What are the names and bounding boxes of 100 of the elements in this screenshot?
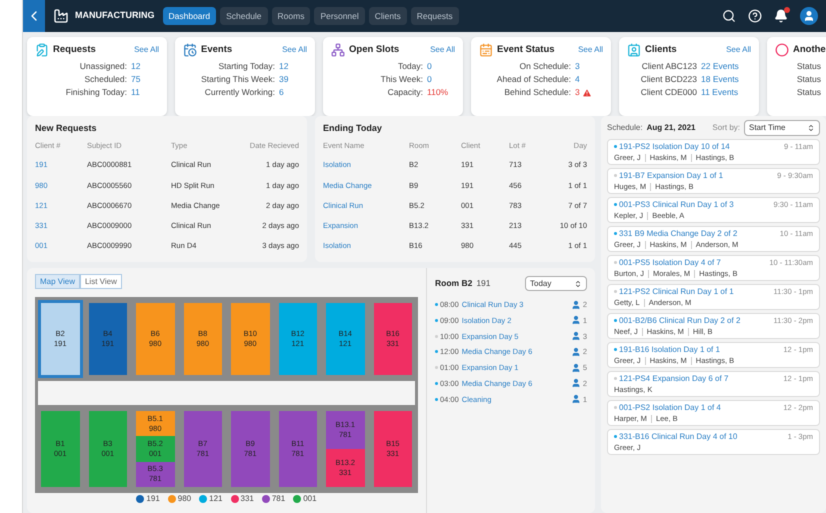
stat-value[interactable]: 0 <box>427 61 432 72</box>
see-all-link[interactable]: See All <box>430 44 455 56</box>
see-all-link[interactable]: See All <box>726 44 751 56</box>
stat-value[interactable]: 12 <box>279 61 288 72</box>
see-all-link[interactable]: See All <box>578 44 603 56</box>
stat-value[interactable]: 0 <box>427 74 432 86</box>
stat-label: Behind Schedule: <box>503 87 571 98</box>
nav-tab[interactable]: Rooms <box>272 7 310 25</box>
view-toggle[interactable]: List View <box>80 274 122 289</box>
stat-label: On Schedule: <box>518 61 571 72</box>
stat-value[interactable]: 4 <box>575 74 580 86</box>
stat-value[interactable]: 18 Events <box>701 74 739 86</box>
view-toggle[interactable]: Map View <box>35 274 80 289</box>
stat-value[interactable]: 22 Events <box>701 61 739 72</box>
stat-label: Unassigned: <box>78 61 127 72</box>
schedule-item-title: 191-B7 Expansion Day 1 of 1 <box>619 170 724 181</box>
stat-label: Capacity: <box>386 87 423 98</box>
nav-tab[interactable]: Schedule <box>220 7 268 25</box>
warning-icon <box>582 88 592 98</box>
schedule-item-title: 001-B2/B6 Clinical Run Day 2 of 2 <box>619 315 740 326</box>
schedule-item-title: 331-B16 Clinical Run Day 4 of 10 <box>619 431 738 442</box>
card-title: Requests <box>53 43 96 57</box>
stat-label: Client BCD223 <box>640 74 697 86</box>
stat-value[interactable]: 3 <box>575 87 592 98</box>
ring-icon <box>775 43 789 58</box>
select-arrows-icon <box>574 280 582 288</box>
panel-title: New Requests <box>35 122 98 135</box>
schedule-item-title: 191-PS2 Isolation Day 10 of 14 <box>619 141 730 152</box>
help-icon[interactable] <box>748 9 762 23</box>
stat-label: Starting Today: <box>217 61 275 72</box>
stat-label: Status <box>796 74 821 86</box>
period-select[interactable]: Today <box>525 276 587 291</box>
legend-label: 121 <box>209 493 222 505</box>
stat-value[interactable]: 12 <box>131 61 140 72</box>
stat-label: Ahead of Schedule: <box>496 74 571 86</box>
select-arrows-icon <box>807 124 815 132</box>
contact-card-icon <box>627 43 641 58</box>
schedule-item-title: 001-PS2 Isolation Day 1 of 4 <box>619 402 721 413</box>
legend-label: 331 <box>240 493 254 505</box>
person-icon <box>570 378 581 388</box>
person-icon <box>570 331 581 342</box>
stat-label: Today: <box>396 61 423 72</box>
stat-label: Finishing Today: <box>64 87 127 98</box>
stat-label: Status <box>796 87 821 98</box>
person-icon <box>570 300 581 310</box>
stat-label: Scheduled: <box>83 74 127 86</box>
stat-value[interactable]: 39 <box>279 74 288 86</box>
card-title: Open Slots <box>349 43 400 57</box>
schedule-item-title: 191-B16 Isolation Day 1 of 1 <box>619 344 720 355</box>
stat-label: Starting This Week: <box>200 74 275 86</box>
search-icon[interactable] <box>722 9 736 23</box>
stat-value[interactable]: 110% <box>427 87 448 98</box>
avatar-icon[interactable] <box>800 7 818 25</box>
stat-label: Client CDE000 <box>640 87 697 98</box>
schedule-item-title: 331 B9 Media Change Day 2 of 2 <box>619 228 738 239</box>
stat-value[interactable]: 11 <box>131 87 140 98</box>
stat-label: Client ABC123 <box>640 61 697 72</box>
card-title: Clients <box>645 43 677 57</box>
card-title: Event Status <box>497 43 555 57</box>
card-title: Events <box>201 43 232 57</box>
nav-tab[interactable]: Dashboard <box>162 7 216 25</box>
stat-label: Status <box>796 61 821 72</box>
schedule-item-title: 001-PS3 Clinical Run Day 1 of 3 <box>619 199 734 210</box>
person-icon <box>570 346 581 357</box>
person-icon <box>570 362 581 373</box>
schedule-item-title: 121-PS4 Expansion Day 6 of 7 <box>619 373 728 384</box>
sort-select[interactable]: Start Time <box>744 120 820 136</box>
app-name: MANUFACTURING <box>75 9 154 22</box>
calendar-icon <box>479 43 493 58</box>
nav-tab[interactable]: Clients <box>368 7 407 25</box>
see-all-link[interactable]: See All <box>134 44 159 56</box>
factory-icon <box>53 8 69 24</box>
stacked-slots-icon <box>331 43 345 58</box>
person-icon <box>570 315 581 326</box>
stat-value[interactable]: 11 Events <box>701 87 738 98</box>
notifications-icon[interactable] <box>774 9 788 23</box>
nav-tab[interactable]: Personnel <box>314 7 365 25</box>
card-title: Anothe <box>793 43 826 57</box>
stat-label: This Week: <box>380 74 423 86</box>
person-icon <box>570 394 581 404</box>
schedule-date: Aug 21, 2021 <box>646 122 696 134</box>
calendar-clock-icon <box>183 43 197 58</box>
legend-label: 781 <box>272 493 286 505</box>
room-client: 191 <box>476 277 490 290</box>
legend-label: 980 <box>178 493 192 505</box>
panel-title: Ending Today <box>323 122 383 135</box>
stat-value[interactable]: 3 <box>575 61 580 72</box>
schedule-label: Schedule: <box>607 122 643 134</box>
stat-value[interactable]: 6 <box>279 87 284 98</box>
stat-label: Currently Working: <box>204 87 275 98</box>
legend-label: 191 <box>146 493 160 505</box>
legend-label: 001 <box>303 493 317 505</box>
clipboard-icon <box>35 43 49 58</box>
stat-value[interactable]: 75 <box>131 74 140 86</box>
nav-tab[interactable]: Requests <box>410 7 459 25</box>
see-all-link[interactable]: See All <box>282 44 307 56</box>
schedule-item-title: 121-PS2 Clinical Run Day 1 of 1 <box>619 286 734 297</box>
sort-label: Sort by: <box>712 122 740 134</box>
room-title: Room B2 <box>435 277 472 290</box>
schedule-item-title: 001-PS5 Isolation Day 4 of 7 <box>619 257 721 268</box>
